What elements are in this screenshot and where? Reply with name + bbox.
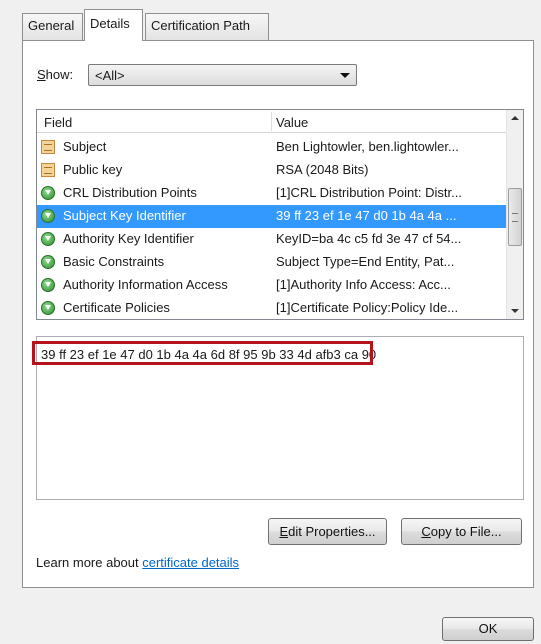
tab-certification-path[interactable]: Certification Path xyxy=(145,13,269,40)
field-name: Authority Key Identifier xyxy=(63,231,194,246)
field-value: [1]CRL Distribution Point: Distr... xyxy=(276,185,462,200)
list-row-crl-distribution-points[interactable]: CRL Distribution Points [1]CRL Distribut… xyxy=(37,182,507,205)
extension-icon xyxy=(41,278,55,292)
column-divider[interactable] xyxy=(271,112,272,131)
scroll-up-arrow-icon[interactable] xyxy=(507,110,523,127)
tab-general-label: General xyxy=(28,18,75,33)
grip-icon xyxy=(512,213,518,222)
list-header: Field Value xyxy=(37,110,507,133)
list-scrollbar[interactable] xyxy=(506,110,523,319)
scroll-thumb[interactable] xyxy=(508,188,522,246)
extension-icon xyxy=(41,232,55,246)
field-name: Certificate Policies xyxy=(63,300,170,315)
field-value-text: 39 ff 23 ef 1e 47 d0 1b 4a 4a 6d 8f 95 9… xyxy=(41,347,377,362)
list-row-authority-key-identifier[interactable]: Authority Key Identifier KeyID=ba 4c c5 … xyxy=(37,228,507,251)
certificate-details-link[interactable]: certificate details xyxy=(142,555,239,570)
field-value: KeyID=ba 4c c5 fd 3e 47 cf 54... xyxy=(276,231,462,246)
tab-certification-path-label: Certification Path xyxy=(151,18,250,33)
list-row-subject[interactable]: Subject Ben Lightowler, ben.lightowler..… xyxy=(37,136,507,159)
tab-general[interactable]: General xyxy=(22,13,83,40)
field-name: Subject xyxy=(63,139,107,154)
field-name: Basic Constraints xyxy=(63,254,165,269)
list-row-public-key[interactable]: Public key RSA (2048 Bits) xyxy=(37,159,507,182)
scroll-down-arrow-icon[interactable] xyxy=(507,302,523,319)
field-name: Public key xyxy=(63,162,123,177)
tab-details-label: Details xyxy=(90,16,130,31)
field-name: Subject Key Identifier xyxy=(63,208,186,223)
list-rows: Subject Ben Lightowler, ben.lightowler..… xyxy=(37,136,507,319)
show-dropdown-value: <All> xyxy=(95,68,125,83)
list-row-certificate-policies[interactable]: Certificate Policies [1]Certificate Poli… xyxy=(37,297,507,319)
column-header-value[interactable]: Value xyxy=(276,115,308,130)
field-name: Authority Information Access xyxy=(63,277,228,292)
document-icon xyxy=(41,140,55,154)
document-icon xyxy=(41,163,55,177)
extension-icon xyxy=(41,255,55,269)
tab-details[interactable]: Details xyxy=(84,9,143,41)
list-row-basic-constraints[interactable]: Basic Constraints Subject Type=End Entit… xyxy=(37,251,507,274)
list-row-subject-key-identifier[interactable]: Subject Key Identifier 39 ff 23 ef 1e 47… xyxy=(37,205,507,228)
field-value: Subject Type=End Entity, Pat... xyxy=(276,254,455,269)
field-value: 39 ff 23 ef 1e 47 d0 1b 4a 4a ... xyxy=(276,208,457,223)
show-dropdown[interactable]: <All> xyxy=(88,64,357,86)
field-name: CRL Distribution Points xyxy=(63,185,197,200)
field-value: [1]Certificate Policy:Policy Ide... xyxy=(276,300,459,315)
chevron-down-icon xyxy=(340,73,350,78)
fields-list[interactable]: Field Value Subject Ben Lightowler, ben.… xyxy=(36,109,524,320)
learn-more-text: Learn more about certificate details xyxy=(36,555,240,570)
list-row-authority-information-access[interactable]: Authority Information Access [1]Authorit… xyxy=(37,274,507,297)
extension-icon xyxy=(41,301,55,315)
field-value-textbox[interactable]: 39 ff 23 ef 1e 47 d0 1b 4a 4a 6d 8f 95 9… xyxy=(36,336,524,500)
field-value: [1]Authority Info Access: Acc... xyxy=(276,277,451,292)
field-value: RSA (2048 Bits) xyxy=(276,162,369,177)
extension-icon xyxy=(41,186,55,200)
show-label: Show: xyxy=(37,67,74,82)
field-value: Ben Lightowler, ben.lightowler... xyxy=(276,139,459,154)
copy-to-file-button[interactable]: Copy to File... xyxy=(401,518,522,545)
ok-button[interactable]: OK xyxy=(442,617,534,641)
extension-icon xyxy=(41,209,55,223)
edit-properties-button[interactable]: Edit Properties... xyxy=(268,518,387,545)
column-header-field[interactable]: Field xyxy=(44,115,72,130)
